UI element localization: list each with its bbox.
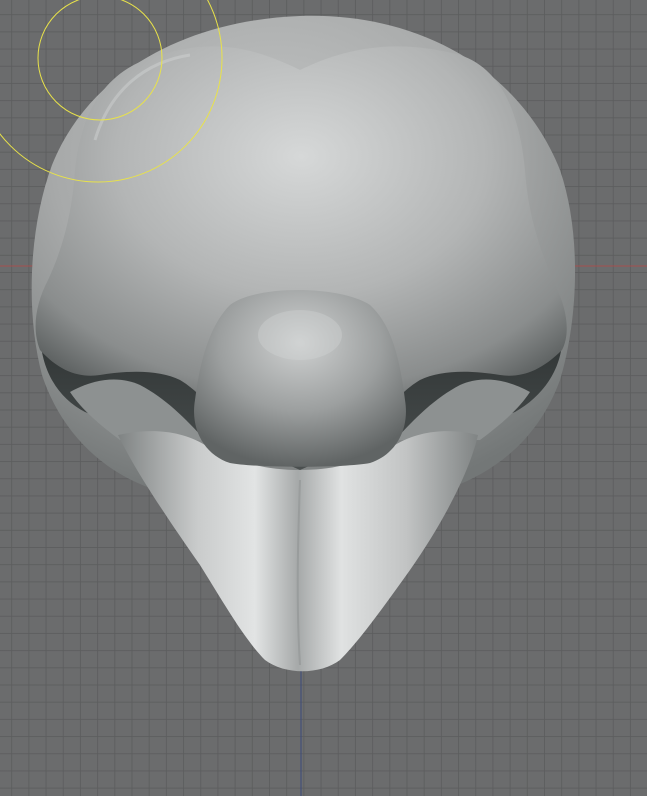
viewport-canvas[interactable] — [0, 0, 647, 796]
nose-highlight — [258, 310, 342, 360]
3d-viewport[interactable] — [0, 0, 647, 796]
